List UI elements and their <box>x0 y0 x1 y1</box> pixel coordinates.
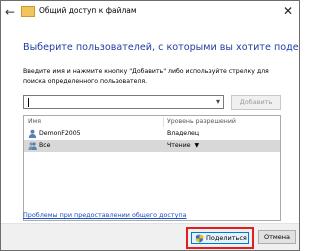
share-button-label: Поделиться <box>206 234 247 242</box>
permission-dropdown[interactable]: Чтение ▼ <box>167 142 199 149</box>
permissions-table: Имя Уровень разрешений DemonF2005 Владел… <box>23 115 281 221</box>
column-header-permission[interactable]: Уровень разрешений <box>167 118 236 125</box>
highlight-frame: Поделиться <box>186 227 254 249</box>
shield-icon <box>195 234 204 243</box>
user-name-combobox[interactable]: ▾ <box>23 95 224 109</box>
dialog-heading: Выберите пользователей, с которыми вы хо… <box>23 42 299 53</box>
table-row[interactable]: Все Чтение ▼ <box>24 140 280 152</box>
footer-bar: Поделиться Отмена <box>1 223 299 250</box>
cancel-button[interactable]: Отмена <box>258 230 296 244</box>
column-divider[interactable] <box>163 117 164 127</box>
share-dialog: ← Общий доступ к файлам ✕ Выберите польз… <box>0 0 300 251</box>
row-permission: Владелец <box>167 130 200 137</box>
shared-folder-icon <box>21 6 35 17</box>
dropdown-arrow-icon[interactable]: ▼ <box>195 142 200 149</box>
table-header: Имя Уровень разрешений <box>24 116 280 128</box>
window-title: Общий доступ к файлам <box>39 6 137 15</box>
row-user-name: DemonF2005 <box>39 130 81 137</box>
row-permission: Чтение <box>167 142 191 149</box>
dialog-description: Введите имя и нажмите кнопку "Добавить" … <box>23 68 269 85</box>
row-user-name: Все <box>39 142 51 149</box>
back-arrow-icon[interactable]: ← <box>5 5 19 19</box>
users-group-icon <box>28 142 37 150</box>
chevron-down-icon[interactable]: ▾ <box>216 97 220 106</box>
sharing-problems-link[interactable]: Проблемы при предоставлении общего досту… <box>23 211 187 219</box>
table-row[interactable]: DemonF2005 Владелец <box>24 128 280 140</box>
close-icon[interactable]: ✕ <box>283 4 293 18</box>
column-header-name[interactable]: Имя <box>28 118 41 125</box>
text-caret <box>28 98 29 107</box>
share-button[interactable]: Поделиться <box>191 232 249 244</box>
add-button[interactable]: Добавить <box>231 95 281 110</box>
title-bar: ← Общий доступ к файлам ✕ <box>1 1 299 23</box>
user-icon <box>28 129 37 138</box>
